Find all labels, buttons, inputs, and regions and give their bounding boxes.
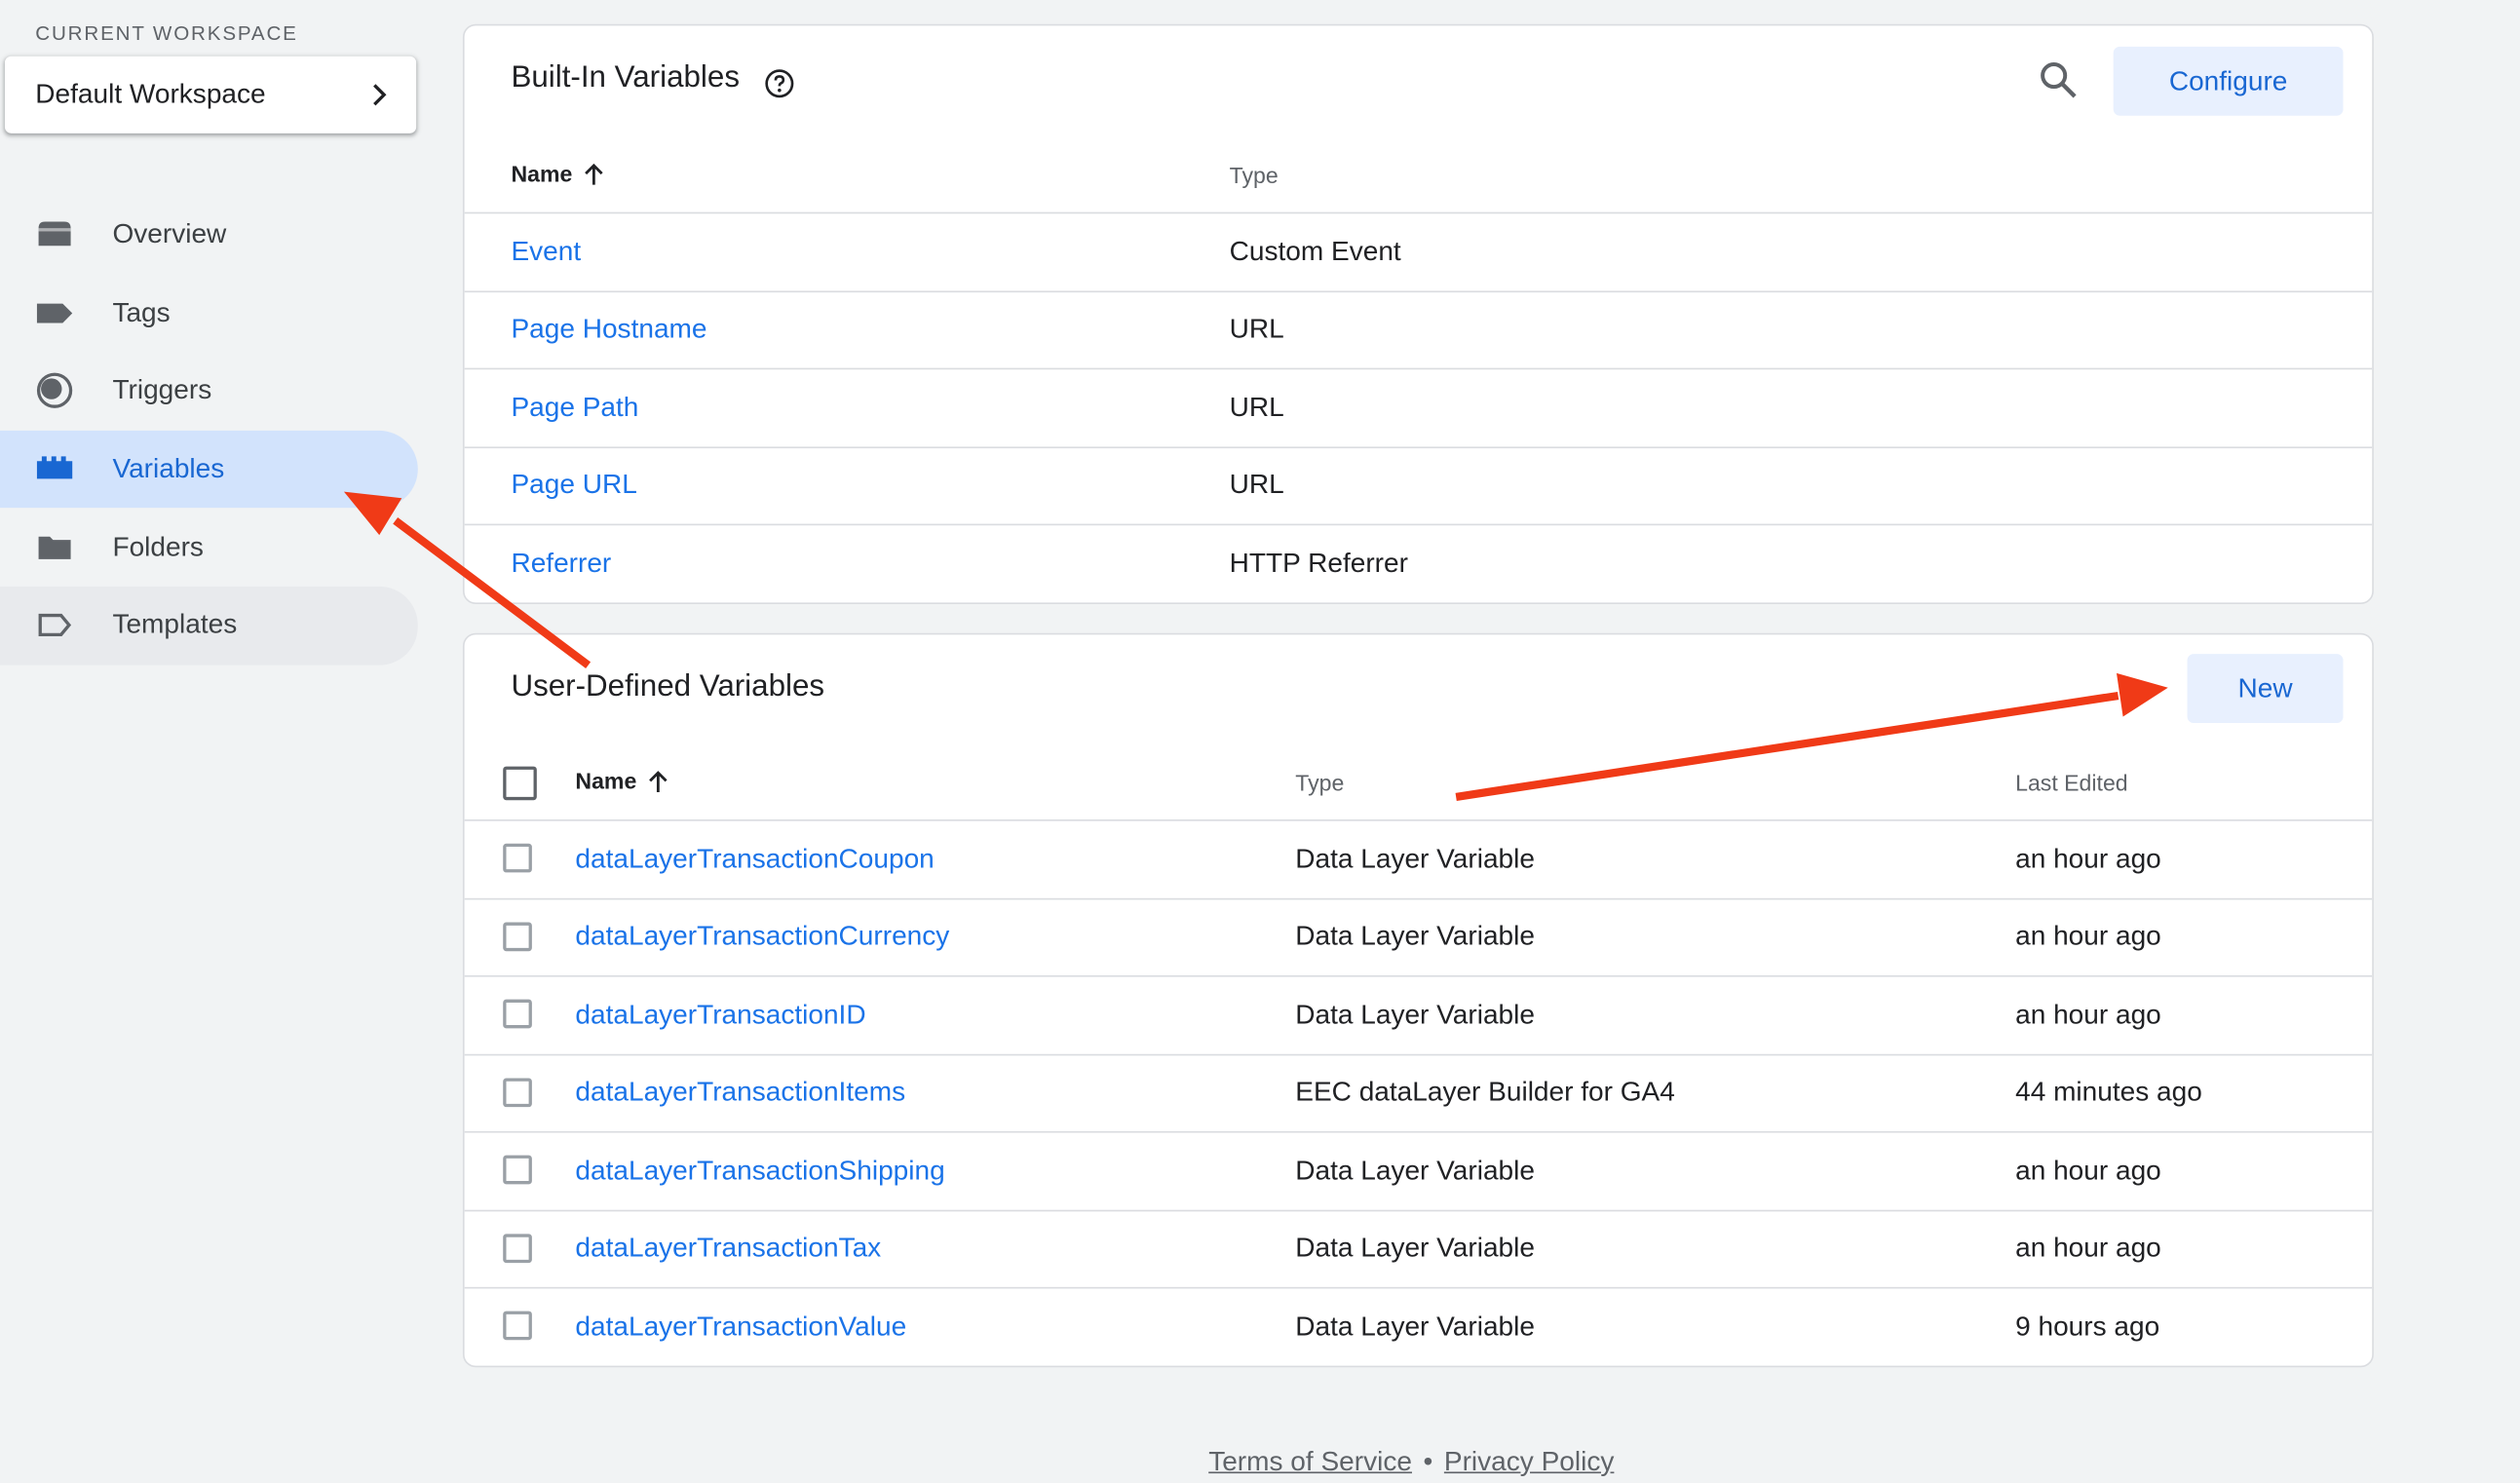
new-variable-button[interactable]: New [2187,654,2344,724]
variable-name-link[interactable]: dataLayerTransactionID [575,999,865,1031]
sidebar-nav: Overview Tags Triggers Variables Folders… [0,196,418,665]
row-checkbox[interactable] [503,921,532,951]
last-edited: an hour ago [2015,999,2161,1030]
column-header-type: Type [1295,769,1345,796]
row-checkbox[interactable] [503,1233,532,1263]
sidebar-item-label: Triggers [112,375,212,406]
table-row: dataLayerTransactionItems EEC dataLayer B… [464,1052,2373,1131]
card-title: Built-In Variables [511,60,740,95]
column-header-name[interactable]: Name [575,768,670,794]
footer-separator: • [1423,1446,1433,1477]
variable-name-link[interactable]: dataLayerTransactionItems [575,1077,905,1109]
table-row: dataLayerTransactionTax Data Layer Variab… [464,1208,2373,1287]
folder-icon [38,536,71,559]
user-defined-variables-card: User-Defined Variables New Name Type Las… [462,632,2374,1368]
template-icon [38,614,72,637]
sidebar-item-label: Tags [112,296,171,328]
variable-type: URL [1229,469,1284,501]
table-row: Event Custom Event [464,211,2373,290]
variable-name-link[interactable]: Event [511,236,581,268]
variable-type: Data Layer Variable [1295,999,1535,1030]
variable-name-link[interactable]: dataLayerTransactionShipping [575,1155,944,1187]
variable-name-link[interactable]: Page URL [511,470,636,502]
sidebar-item-label: Variables [112,453,225,484]
variable-type: Data Layer Variable [1295,1311,1535,1342]
row-checkbox[interactable] [503,843,532,873]
sidebar-item-label: Overview [112,218,227,250]
variable-type: Data Layer Variable [1295,921,1535,952]
variable-type: HTTP Referrer [1229,547,1408,579]
workspace-name: Default Workspace [35,78,266,110]
privacy-policy-link[interactable]: Privacy Policy [1444,1446,1615,1476]
card-title: User-Defined Variables [511,669,825,704]
variable-type: Data Layer Variable [1295,1155,1535,1186]
arrow-up-icon [585,163,603,185]
sidebar-item-overview[interactable]: Overview [0,196,418,274]
row-checkbox[interactable] [503,1077,532,1107]
last-edited: an hour ago [2015,1155,2161,1186]
variable-name-link[interactable]: dataLayerTransactionCoupon [575,843,934,875]
table-row: dataLayerTransactionCoupon Data Layer Var… [464,818,2373,897]
variable-type: EEC dataLayer Builder for GA4 [1295,1077,1675,1108]
variable-name-link[interactable]: dataLayerTransactionTax [575,1233,881,1265]
sidebar-item-triggers[interactable]: Triggers [0,352,418,430]
column-header-type: Type [1229,162,1279,188]
variable-name-link[interactable]: Referrer [511,548,611,580]
row-checkbox[interactable] [503,1155,532,1185]
help-icon[interactable] [763,67,795,99]
variables-icon [36,456,73,479]
row-checkbox[interactable] [503,1311,532,1341]
select-all-checkbox[interactable] [503,766,537,801]
variable-type: URL [1229,313,1284,345]
variable-type: URL [1229,391,1284,423]
last-edited: 44 minutes ago [2015,1077,2202,1108]
variable-name-link[interactable]: dataLayerTransactionCurrency [575,921,949,953]
table-row: Page Path URL [464,367,2373,446]
column-header-label: Name [511,160,573,187]
table-row: dataLayerTransactionShipping Data Layer V… [464,1130,2373,1209]
footer: Terms of Service • Privacy Policy [1208,1446,1614,1478]
builtin-variables-card: Built-In Variables Configure Name Type E… [462,23,2374,605]
row-checkbox[interactable] [503,999,532,1029]
trigger-icon [36,373,73,409]
sidebar-item-label: Templates [112,609,238,640]
table-row: Page Hostname URL [464,289,2373,368]
table-row: dataLayerTransactionValue Data Layer Vari… [464,1286,2373,1365]
variable-name-link[interactable]: dataLayerTransactionValue [575,1311,906,1343]
table-row: dataLayerTransactionID Data Layer Variabl… [464,974,2373,1053]
table-row: Referrer HTTP Referrer [464,523,2373,602]
last-edited: an hour ago [2015,921,2161,952]
page: CURRENT WORKSPACE Default Workspace Over… [0,0,2520,1483]
table-row: dataLayerTransactionCurrency Data Layer V… [464,896,2373,975]
configure-button[interactable]: Configure [2113,46,2344,116]
workspace-label: CURRENT WORKSPACE [35,22,298,46]
column-header-last-edited: Last Edited [2015,769,2128,796]
chevron-right-icon [373,84,387,106]
table-row: Page URL URL [464,445,2373,524]
variable-type: Data Layer Variable [1295,843,1535,874]
last-edited: 9 hours ago [2015,1311,2160,1342]
sidebar-item-variables[interactable]: Variables [0,430,418,509]
column-header-name[interactable]: Name [511,161,606,186]
last-edited: an hour ago [2015,1233,2161,1264]
arrow-up-icon [649,771,668,792]
sidebar-item-label: Folders [112,531,204,562]
variable-type: Custom Event [1229,235,1401,267]
column-header-label: Name [575,768,637,794]
last-edited: an hour ago [2015,843,2161,874]
variable-name-link[interactable]: Page Path [511,392,638,424]
workspace-selector[interactable]: Default Workspace [4,56,417,133]
terms-of-service-link[interactable]: Terms of Service [1208,1446,1412,1476]
variable-type: Data Layer Variable [1295,1233,1535,1264]
overview-icon [38,222,71,247]
sidebar-item-folders[interactable]: Folders [0,509,418,587]
variable-name-link[interactable]: Page Hostname [511,314,706,346]
sidebar-item-templates[interactable]: Templates [0,586,418,665]
search-icon[interactable] [2038,59,2080,101]
tag-icon [36,303,73,323]
sidebar-item-tags[interactable]: Tags [0,274,418,352]
